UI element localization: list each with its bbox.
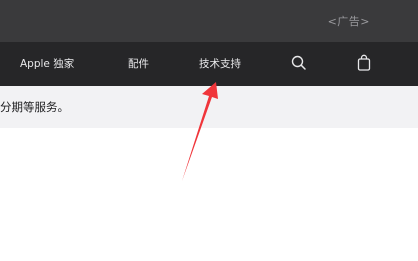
nav-item-support[interactable]: 技术支持: [199, 56, 241, 71]
ad-label: <广告>: [327, 15, 370, 28]
nav-item-accessories[interactable]: 配件: [128, 56, 149, 71]
bag-icon[interactable]: [353, 52, 375, 74]
banner-text: 分期等服务。: [0, 100, 69, 114]
top-bar: <广告>: [0, 0, 418, 42]
info-banner: 分期等服务。: [0, 86, 418, 128]
global-nav: Apple 独家 配件 技术支持: [0, 42, 418, 86]
search-icon[interactable]: [288, 52, 310, 74]
page-content: [0, 128, 418, 261]
nav-item-apple-exclusive[interactable]: Apple 独家: [20, 56, 74, 71]
